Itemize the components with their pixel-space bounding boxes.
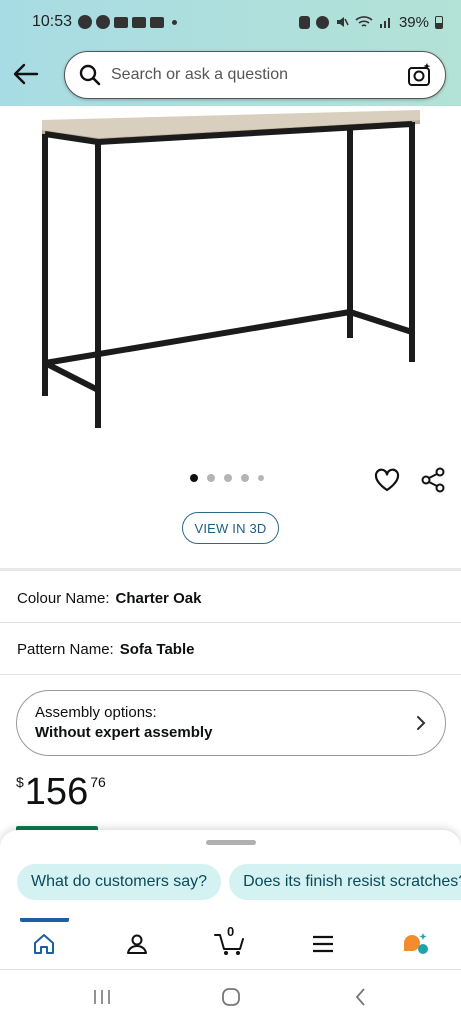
chevron-right-icon	[417, 716, 426, 730]
heart-icon	[374, 468, 400, 492]
excel-icon	[150, 16, 165, 28]
pattern-value: Sofa Table	[119, 640, 195, 658]
colour-name-row: Colour Name: Charter Oak	[0, 573, 461, 623]
search-icon	[79, 64, 101, 86]
search-bar[interactable]: Search or ask a question	[64, 51, 446, 99]
assistant-bottom-sheet: What do customers say? Does its finish r…	[0, 830, 461, 920]
carousel-dot[interactable]	[258, 475, 264, 481]
price-currency: $	[16, 774, 24, 790]
menu-icon	[313, 935, 333, 953]
recent-apps-button[interactable]	[87, 985, 117, 1009]
view-in-3d-button[interactable]: VIEW IN 3D	[182, 512, 279, 544]
system-navigation-bar	[0, 971, 461, 1024]
mute-icon	[336, 17, 349, 27]
recent-apps-icon	[94, 990, 110, 1004]
pattern-name-row: Pattern Name: Sofa Table	[0, 624, 461, 674]
carousel-dot[interactable]	[241, 474, 249, 482]
lock-icon	[298, 15, 310, 29]
tab-account[interactable]	[114, 926, 160, 962]
tab-menu[interactable]	[300, 926, 346, 962]
cart-count: 0	[227, 924, 235, 939]
price-fraction: 76	[90, 774, 106, 790]
back-button[interactable]	[10, 58, 42, 90]
assembly-label: Assembly options:	[35, 704, 157, 721]
search-input[interactable]: Search or ask a question	[111, 66, 407, 84]
wishlist-button[interactable]	[373, 466, 401, 494]
carousel-dot[interactable]	[207, 474, 215, 482]
assembly-options-selector[interactable]: Assembly options: Without expert assembl…	[16, 690, 446, 756]
status-time: 10:53	[32, 13, 73, 30]
back-nav-button[interactable]	[346, 985, 376, 1009]
colour-label: Colour Name:	[17, 589, 110, 607]
mail-icon	[132, 16, 147, 28]
arrow-left-icon	[13, 63, 39, 85]
image-carousel-indicator	[190, 474, 264, 482]
battery-text: 39%	[398, 13, 429, 31]
home-circle-icon	[222, 988, 240, 1006]
home-icon	[34, 934, 54, 954]
wifi-icon	[355, 16, 373, 27]
section-divider	[0, 568, 461, 571]
product-image[interactable]	[0, 106, 461, 446]
row-divider	[0, 622, 461, 623]
mail-icon	[114, 16, 129, 28]
share-icon	[421, 467, 445, 493]
price-whole: 156	[24, 771, 89, 813]
suggested-questions: What do customers say? Does its finish r…	[17, 864, 461, 900]
status-bar: 10:53 39%	[0, 0, 461, 44]
assembly-value: Without expert assembly	[35, 724, 213, 741]
battery-icon	[435, 15, 443, 29]
tab-home[interactable]	[21, 926, 67, 962]
share-button[interactable]	[419, 466, 447, 494]
active-tab-indicator	[20, 918, 69, 922]
home-nav-button[interactable]	[216, 985, 246, 1009]
more-notifications-dot	[172, 19, 178, 25]
messenger-icon	[96, 15, 111, 29]
colour-value: Charter Oak	[115, 589, 202, 607]
question-chip[interactable]: What do customers say?	[17, 864, 222, 900]
top-header: 10:53 39% Search or ask a question	[0, 0, 461, 106]
system-icons: 39%	[298, 13, 443, 31]
signal-icon	[379, 18, 390, 28]
table-top	[0, 106, 461, 446]
rufus-icon	[404, 933, 428, 954]
account-icon	[127, 934, 147, 954]
sheet-drag-handle[interactable]	[206, 840, 256, 845]
question-chip[interactable]: Does its finish resist scratches?	[229, 864, 461, 900]
alarm-icon	[315, 15, 329, 29]
carousel-dot[interactable]	[190, 474, 198, 482]
row-divider	[0, 674, 461, 675]
back-chevron-icon	[355, 988, 365, 1006]
price: $ 156 76	[16, 770, 106, 814]
notification-icons	[78, 15, 178, 29]
carousel-dot[interactable]	[224, 474, 232, 482]
tab-rufus[interactable]	[393, 926, 439, 962]
whatsapp-icon	[78, 15, 93, 29]
pattern-label: Pattern Name:	[17, 640, 114, 658]
camera-sparkle-icon[interactable]	[407, 62, 433, 88]
